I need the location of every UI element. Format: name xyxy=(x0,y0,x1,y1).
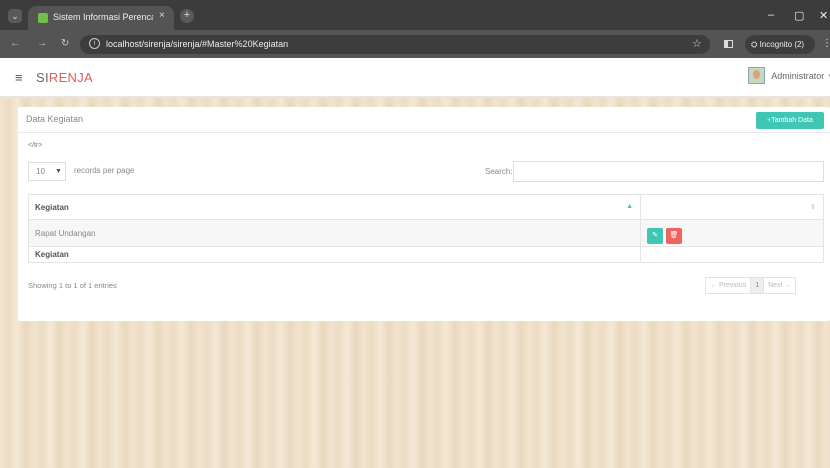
avatar xyxy=(748,67,765,84)
logo-renja: RENJA xyxy=(48,70,94,85)
forward-icon[interactable]: → xyxy=(37,38,47,49)
sort-asc-icon: ▲ xyxy=(626,202,633,210)
column-footer-kegiatan: Kegiatan xyxy=(28,246,641,263)
incognito-label: Incognito (2) xyxy=(759,40,805,49)
restore-button[interactable]: ▢ xyxy=(794,9,804,22)
cell-kegiatan: Rapat Undangan xyxy=(28,219,641,247)
pencil-icon: ✎ xyxy=(652,232,658,239)
tab-search-button[interactable]: ⌄ xyxy=(8,9,22,23)
card-header: Data Kegiatan +Tambah Data xyxy=(18,107,830,133)
browser-menu-icon[interactable]: ⋮ xyxy=(822,38,830,49)
column-footer-actions xyxy=(640,246,824,263)
user-menu[interactable]: Administrator ▾ xyxy=(748,67,830,87)
table-row: Rapat Undangan ✎ 🗑 xyxy=(28,219,824,247)
side-panel-icon[interactable] xyxy=(724,40,733,48)
logo-si: SI xyxy=(36,70,49,85)
cell-actions: ✎ 🗑 xyxy=(640,219,824,247)
back-icon[interactable]: ← xyxy=(10,38,20,49)
incognito-icon: ⛭ xyxy=(751,40,760,49)
new-tab-button[interactable]: + xyxy=(180,9,194,23)
stray-markup-text: </tr> xyxy=(28,142,43,149)
site-info-icon[interactable]: i xyxy=(89,38,100,49)
incognito-badge[interactable]: ⛭ Incognito (2) xyxy=(745,35,815,54)
search-input[interactable] xyxy=(513,161,824,182)
kegiatan-table: Kegiatan ▲ ⇕ Rapat Undangan ✎ 🗑 Kegiatan xyxy=(28,194,824,263)
chevron-down-icon: ▼ xyxy=(55,168,62,175)
tab-close-button[interactable]: × xyxy=(159,10,165,21)
delete-button[interactable]: 🗑 xyxy=(666,228,682,244)
hamburger-menu-icon[interactable]: ≡ xyxy=(15,70,23,85)
trash-icon: 🗑 xyxy=(669,232,679,239)
table-info: Showing 1 to 1 of 1 entries xyxy=(28,281,117,290)
tab-title: Sistem Informasi Perencanaan xyxy=(53,12,153,22)
column-header-label: Kegiatan xyxy=(35,202,69,212)
user-name: Administrator xyxy=(771,70,825,81)
previous-page-button[interactable]: ← Previous xyxy=(705,277,752,294)
column-header-kegiatan[interactable]: Kegiatan ▲ xyxy=(28,194,641,220)
page-title: Data Kegiatan xyxy=(26,114,84,124)
browser-tab-active[interactable]: Sistem Informasi Perencanaan × xyxy=(28,6,174,30)
reload-icon[interactable]: ↻ xyxy=(61,38,69,49)
table-footer-row: Kegiatan xyxy=(28,246,824,263)
browser-toolbar: ← → ↻ i localhost/sirenja/sirenja/#Maste… xyxy=(0,30,830,58)
column-header-actions[interactable]: ⇕ xyxy=(640,194,824,220)
address-bar[interactable]: i localhost/sirenja/sirenja/#Master%20Ke… xyxy=(80,35,710,54)
bookmark-star-icon[interactable]: ☆ xyxy=(692,37,702,50)
pagination: ← Previous 1 Next → xyxy=(705,277,797,294)
window-close-button[interactable]: ✕ xyxy=(819,9,828,22)
search-label: Search: xyxy=(485,167,513,176)
add-data-button[interactable]: +Tambah Data xyxy=(756,112,824,129)
favicon-icon xyxy=(38,13,48,23)
page-1-button[interactable]: 1 xyxy=(750,277,765,294)
app-logo[interactable]: SIRENJA xyxy=(36,70,93,85)
url-text[interactable]: localhost/sirenja/sirenja/#Master%20Kegi… xyxy=(106,39,288,49)
sort-icon: ⇕ xyxy=(810,204,816,211)
data-kegiatan-card: Data Kegiatan +Tambah Data </tr> 10 ▼ re… xyxy=(18,107,830,321)
table-header-row: Kegiatan ▲ ⇕ xyxy=(28,194,824,220)
records-per-page-value: 10 xyxy=(36,167,45,176)
minimize-button[interactable]: – xyxy=(768,9,774,21)
records-per-page-select[interactable]: 10 ▼ xyxy=(28,162,66,181)
records-per-page-label: records per page xyxy=(74,166,135,175)
browser-titlebar: ⌄ Sistem Informasi Perencanaan × + – ▢ ✕ xyxy=(0,0,830,30)
edit-button[interactable]: ✎ xyxy=(647,228,663,244)
next-page-button[interactable]: Next → xyxy=(763,277,797,294)
app-header: ≡ SIRENJA Administrator ▾ xyxy=(0,58,830,97)
